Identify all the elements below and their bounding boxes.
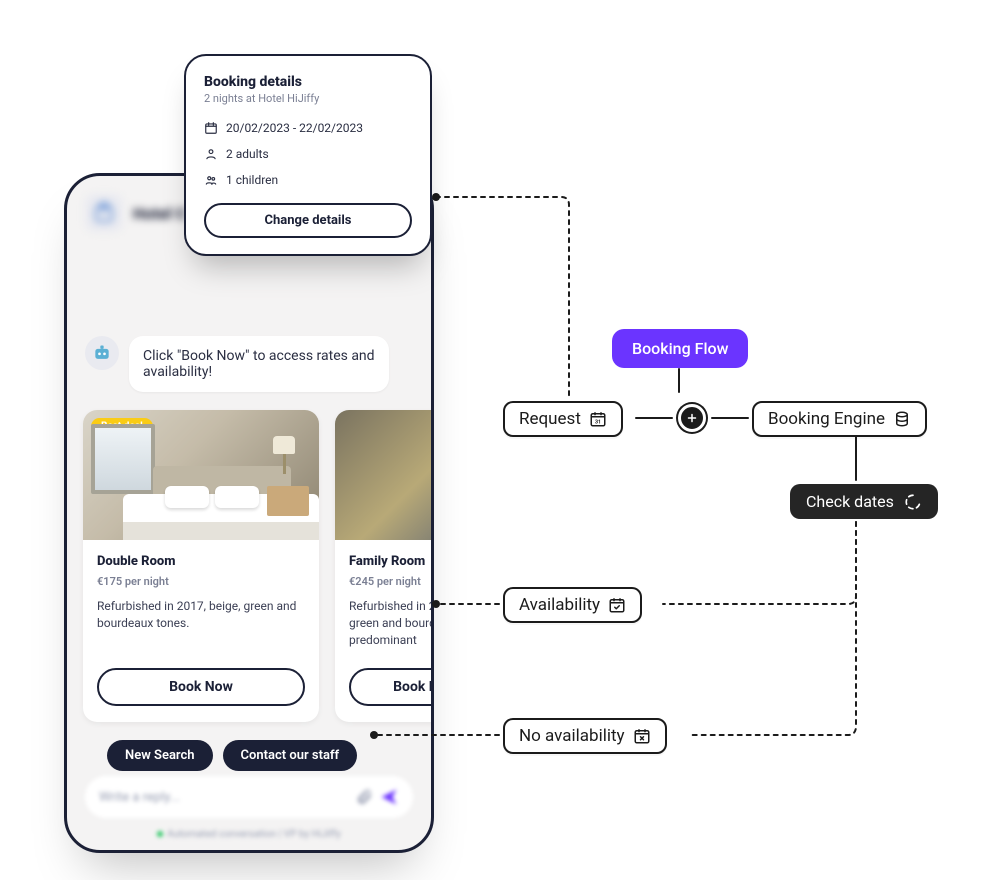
calendar-icon [204,121,218,135]
room-name: Double Room [97,554,305,569]
node-check-dates: Check dates [790,484,938,519]
phone-mockup: Hotel C Click "Book Now" to access rates… [64,173,434,853]
room-image: Best deal [83,410,319,540]
node-request: Request 31 [503,401,623,437]
bot-message: Click "Book Now" to access rates and ava… [129,336,389,392]
bot-message-row: Click "Book Now" to access rates and ava… [85,336,413,392]
bot-avatar [85,336,119,370]
calendar-check-icon [608,596,626,614]
loading-icon [904,493,922,511]
reply-placeholder: Write a reply... [99,790,355,805]
detail-adults: 2 adults [204,147,412,161]
svg-text:31: 31 [595,420,601,426]
room-price: €245 per night [349,575,434,588]
room-price: €175 per night [97,575,305,588]
quick-actions: New Search Contact our staff [107,740,413,771]
bot-icon [92,343,112,363]
details-title: Booking details [204,74,412,90]
detail-children: 1 children [204,173,412,187]
details-subtitle: 2 nights at Hotel HiJiffy [204,92,412,105]
contact-staff-button[interactable]: Contact our staff [223,740,358,771]
node-no-availability: No availability [503,718,667,754]
people-icon [204,173,218,187]
room-description: Refurbished in 2017, beige, green and bo… [97,598,305,648]
person-icon [204,147,218,161]
calendar-request-icon: 31 [589,410,607,428]
database-icon [893,410,911,428]
room-name: Family Room [349,554,434,569]
booking-details-card: Booking details 2 nights at Hotel HiJiff… [184,54,432,256]
phone-title: Hotel C [133,204,186,223]
phone-footer: Automated conversation | VP by HiJiffy [67,829,431,840]
room-description: Refurbished in 2017, beige, green and bo… [349,598,434,648]
calendar-x-icon [633,727,651,745]
room-card-family[interactable]: Family Room €245 per night Refurbished i… [335,410,434,722]
node-booking-engine: Booking Engine [752,401,927,437]
app-logo [85,194,123,232]
room-carousel[interactable]: Best deal Double Room €175 per night Ref… [83,410,434,722]
book-now-button[interactable]: Book Now [97,668,305,706]
detail-dates: 20/02/2023 - 22/02/2023 [204,121,412,135]
node-availability: Availability [503,587,642,623]
book-now-button[interactable]: Book Now [349,668,434,706]
room-card-double[interactable]: Best deal Double Room €175 per night Ref… [83,410,319,722]
attachment-icon[interactable] [355,788,373,806]
flow-title: Booking Flow [612,329,748,368]
room-image [335,410,434,540]
reply-input[interactable]: Write a reply... [85,776,413,818]
flow-hub [678,404,706,432]
send-icon[interactable] [379,787,399,807]
plus-icon [686,412,698,424]
logo-icon [92,201,116,225]
change-details-button[interactable]: Change details [204,203,412,238]
new-search-button[interactable]: New Search [107,740,213,771]
